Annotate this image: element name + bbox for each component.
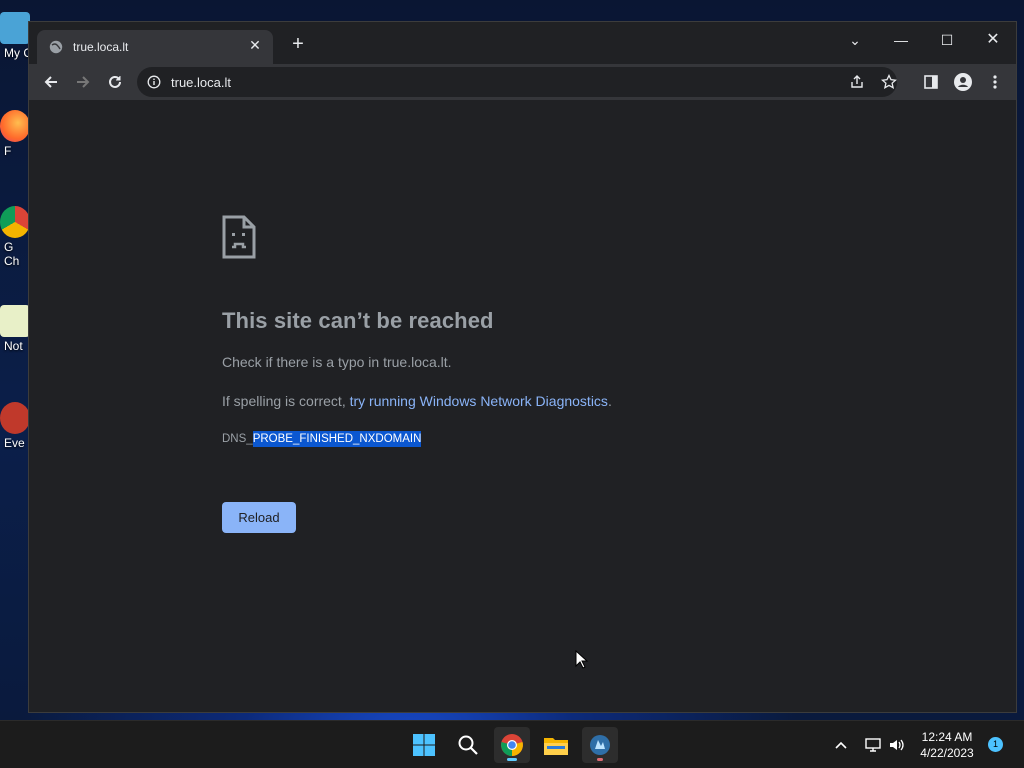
diagnostics-prefix: If spelling is correct, [222, 393, 350, 409]
url-text: true.loca.lt [171, 75, 231, 90]
notepad-icon [0, 305, 30, 337]
start-icon [413, 734, 435, 756]
menu-button[interactable] [983, 70, 1007, 94]
profile-icon [954, 73, 972, 91]
taskbar-app-button[interactable] [582, 727, 618, 763]
mouse-cursor-icon [575, 650, 589, 669]
file-explorer-icon [544, 738, 568, 755]
app-icon [0, 402, 30, 434]
forward-button[interactable] [71, 70, 95, 94]
error-code[interactable]: DNS_PROBE_FINISHED_NXDOMAIN [222, 431, 422, 447]
desktop-icon-chrome[interactable]: G Ch [0, 206, 30, 268]
kebab-menu-icon [993, 75, 997, 89]
error-diagnostics-hint: If spelling is correct, try running Wind… [222, 393, 612, 409]
clock-date: 4/22/2023 [920, 746, 974, 760]
new-tab-button[interactable]: + [289, 34, 307, 54]
error-title: This site can’t be reached [222, 308, 494, 333]
title-bar: true.loca.lt ✕ + ⌄ — ☐ ✕ [29, 22, 1016, 64]
browser-window: true.loca.lt ✕ + ⌄ — ☐ ✕ true.loca.lt Th… [28, 21, 1017, 713]
search-icon [458, 735, 478, 755]
forward-arrow-icon [77, 76, 90, 88]
tab-title: true.loca.lt [73, 40, 129, 54]
browser-tab[interactable]: true.loca.lt ✕ [37, 30, 273, 64]
taskbar-chrome-button[interactable] [494, 727, 530, 763]
diagnostics-link[interactable]: try running Windows Network Diagnostics [350, 393, 608, 409]
share-icon[interactable] [849, 74, 865, 90]
app-icon [590, 735, 610, 755]
chrome-icon [0, 206, 30, 238]
tab-close-icon[interactable]: ✕ [247, 37, 263, 53]
error-typo-hint: Check if there is a typo in true.loca.lt… [222, 354, 452, 370]
profile-button[interactable] [951, 70, 975, 94]
chrome-icon [501, 734, 523, 756]
side-panel-button[interactable] [919, 70, 943, 94]
sad-page-icon [222, 215, 256, 259]
globe-icon [49, 40, 63, 54]
address-bar[interactable]: true.loca.lt [137, 67, 897, 97]
error-code-prefix: DNS_ [222, 433, 253, 445]
refresh-button[interactable] [103, 70, 127, 94]
tab-search-icon[interactable]: ⌄ [843, 28, 867, 52]
taskbar: 12:24 AM 4/22/2023 1 [0, 720, 1024, 768]
desktop-icon-notepad[interactable]: Not [0, 305, 30, 353]
system-clock[interactable]: 12:24 AM 4/22/2023 [912, 729, 982, 761]
toolbar: true.loca.lt [29, 64, 1016, 100]
bookmark-star-icon[interactable] [881, 74, 897, 90]
reload-button[interactable]: Reload [222, 502, 296, 533]
start-button[interactable] [406, 727, 442, 763]
side-panel-icon [924, 75, 938, 89]
desktop-icon-app[interactable]: Eve [0, 402, 30, 450]
app-indicator [597, 758, 603, 761]
refresh-icon [109, 75, 121, 88]
volume-icon[interactable] [888, 736, 906, 754]
desktop-icon-firefox[interactable]: F [0, 110, 30, 158]
back-arrow-icon [44, 76, 57, 88]
back-button[interactable] [39, 70, 63, 94]
taskbar-search-button[interactable] [450, 727, 486, 763]
minimize-button[interactable]: — [889, 28, 913, 52]
maximize-button[interactable]: ☐ [935, 28, 959, 52]
info-icon[interactable] [147, 75, 161, 89]
clock-time: 12:24 AM [921, 730, 973, 744]
active-indicator [507, 758, 517, 761]
desktop-icon-this-pc[interactable]: My C [0, 12, 32, 60]
network-icon[interactable] [864, 736, 882, 754]
page-content: This site can’t be reached Check if ther… [29, 100, 1016, 712]
error-code-selection: PROBE_FINISHED_NXDOMAIN [252, 431, 422, 447]
firefox-icon [0, 110, 30, 142]
taskbar-file-explorer-button[interactable] [538, 727, 574, 763]
this-pc-icon [0, 12, 30, 44]
close-window-button[interactable]: ✕ [981, 28, 1005, 52]
chevron-up-icon[interactable] [834, 738, 848, 752]
diagnostics-suffix: . [607, 393, 612, 409]
notification-badge[interactable]: 1 [988, 737, 1003, 752]
